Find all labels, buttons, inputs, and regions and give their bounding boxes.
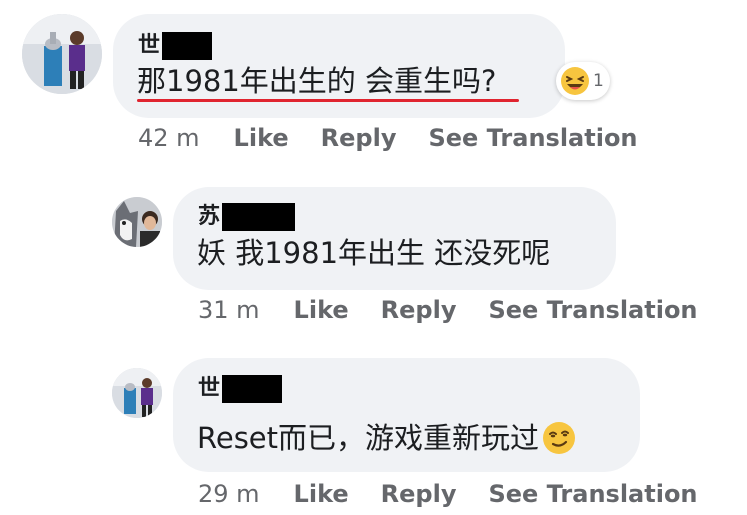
author-name[interactable]: 世 <box>198 378 220 400</box>
reaction-badge[interactable]: 1 <box>556 62 610 100</box>
avatar[interactable] <box>112 197 162 247</box>
laughing-face-icon <box>561 67 589 95</box>
comment-text: 那1981年出生的 会重生吗? <box>137 64 497 98</box>
author-name[interactable]: 苏 <box>198 206 220 228</box>
timestamp[interactable]: 42 m <box>138 124 200 152</box>
like-button[interactable]: Like <box>234 124 289 152</box>
timestamp[interactable]: 29 m <box>198 480 260 508</box>
smirk-face-icon <box>543 422 576 454</box>
redaction-bar <box>222 203 296 231</box>
see-translation-button[interactable]: See Translation <box>488 480 697 508</box>
reply-button[interactable]: Reply <box>321 124 397 152</box>
redaction-bar <box>162 32 213 60</box>
comment-text: Reset而已，游戏重新玩过 <box>197 420 577 456</box>
redaction-bar <box>222 375 283 403</box>
comment-text: 妖 我1981年出生 还没死呢 <box>197 236 551 270</box>
red-underline <box>137 99 519 102</box>
avatar[interactable] <box>112 368 162 418</box>
reply-button[interactable]: Reply <box>381 480 457 508</box>
see-translation-button[interactable]: See Translation <box>428 124 637 152</box>
like-button[interactable]: Like <box>294 296 349 324</box>
reaction-count: 1 <box>593 71 604 91</box>
comment-actions: 29 m Like Reply See Translation <box>198 480 730 508</box>
see-translation-button[interactable]: See Translation <box>488 296 697 324</box>
comment-actions: 31 m Like Reply See Translation <box>198 296 730 324</box>
author-name[interactable]: 世 <box>138 35 160 57</box>
timestamp[interactable]: 31 m <box>198 296 260 324</box>
like-button[interactable]: Like <box>294 480 349 508</box>
comment-author[interactable]: 世 <box>138 32 213 60</box>
comment-author[interactable]: 世 <box>198 375 283 403</box>
comment-author[interactable]: 苏 <box>198 203 296 231</box>
reply-button[interactable]: Reply <box>381 296 457 324</box>
comment-text-content: Reset而已，游戏重新玩过 <box>197 420 540 455</box>
comment-actions: 42 m Like Reply See Translation <box>138 124 670 152</box>
avatar[interactable] <box>22 14 102 94</box>
